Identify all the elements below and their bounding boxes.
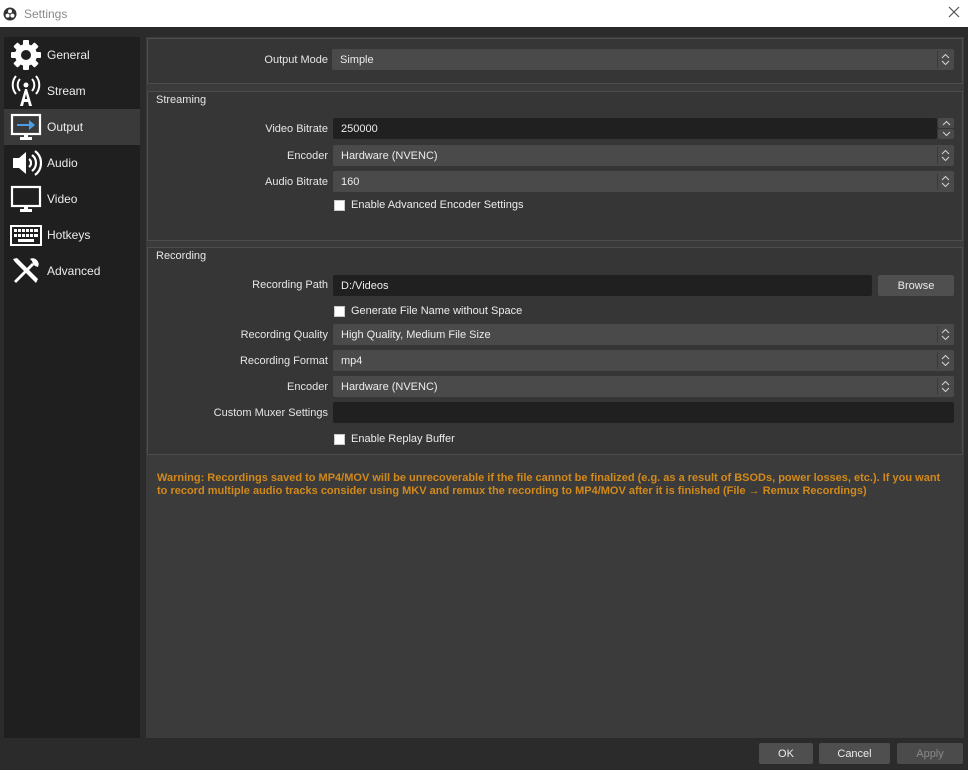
chevron-updown-icon [937,51,952,68]
checkbox-box[interactable] [334,305,345,317]
filename-nospace-label: Generate File Name without Space [351,305,523,317]
sidebar-item-label: Output [47,120,84,134]
chevron-down-icon[interactable] [938,129,954,139]
ok-button[interactable]: OK [759,743,813,764]
sidebar-item-label: General [47,48,90,62]
recording-quality-select[interactable]: High Quality, Medium File Size [333,324,954,345]
tools-icon [9,255,43,287]
speaker-icon [9,147,43,179]
chevron-updown-icon [937,378,952,395]
sidebar-item-general[interactable]: General [4,37,140,73]
advanced-encoder-checkbox[interactable]: Enable Advanced Encoder Settings [334,199,523,211]
gear-icon [9,39,43,71]
keyboard-icon [9,219,43,251]
output-mode-value: Simple [340,53,374,66]
chevron-updown-icon [937,352,952,369]
sidebar-item-hotkeys[interactable]: Hotkeys [4,217,140,253]
chevron-updown-icon [937,326,952,343]
apply-button[interactable]: Apply [897,743,963,764]
sidebar-item-label: Hotkeys [47,228,91,242]
window-title: Settings [24,6,68,21]
checkbox-box[interactable] [334,433,345,445]
monitor-icon [9,183,43,215]
audio-bitrate-label: Audio Bitrate [265,176,328,188]
sidebar-item-label: Advanced [47,264,101,278]
output-mode-label: Output Mode [264,54,328,66]
obs-logo-icon [3,7,17,20]
sidebar-item-advanced[interactable]: Advanced [4,253,140,289]
output-mode-panel: Output Mode Simple [147,38,963,84]
video-bitrate-stepper[interactable] [938,118,954,139]
browse-button[interactable]: Browse [878,275,954,296]
replay-buffer-label: Enable Replay Buffer [351,433,455,445]
custom-muxer-input[interactable] [333,402,954,423]
custom-muxer-label: Custom Muxer Settings [213,407,328,419]
streaming-group-title: Streaming [156,94,207,106]
recording-encoder-label: Encoder [287,381,328,393]
cancel-button[interactable]: Cancel [819,743,890,764]
recording-format-label: Recording Format [239,355,328,367]
output-monitor-icon [9,111,43,143]
broadcast-icon [9,75,43,107]
recording-group-title: Recording [156,250,207,262]
filename-nospace-checkbox[interactable]: Generate File Name without Space [334,305,522,317]
chevron-up-icon[interactable] [938,118,954,128]
output-mode-select[interactable]: Simple [332,49,954,70]
sidebar-item-label: Video [47,192,78,206]
sidebar-item-stream[interactable]: Stream [4,73,140,109]
streaming-encoder-label: Encoder [287,150,328,162]
chevron-updown-icon [937,173,952,190]
close-icon[interactable] [946,4,962,20]
recording-quality-value: High Quality, Medium File Size [341,328,491,341]
sidebar-item-output[interactable]: Output [4,109,140,145]
recording-group: Recording Recording Path D:/Videos Brows… [147,247,963,455]
recording-path-input[interactable]: D:/Videos [333,275,872,296]
checkbox-box[interactable] [334,199,345,211]
sidebar-item-video[interactable]: Video [4,181,140,217]
recording-quality-label: Recording Quality [240,329,328,341]
recording-format-select[interactable]: mp4 [333,350,954,371]
audio-bitrate-value: 160 [341,175,360,188]
recording-encoder-select[interactable]: Hardware (NVENC) [333,376,954,397]
recording-format-value: mp4 [341,354,363,367]
streaming-encoder-value: Hardware (NVENC) [341,149,438,162]
advanced-encoder-label: Enable Advanced Encoder Settings [351,199,524,211]
recording-path-label: Recording Path [252,279,328,291]
sidebar-item-label: Stream [47,84,86,98]
video-bitrate-input[interactable]: 250000 [333,118,937,139]
video-bitrate-label: Video Bitrate [265,123,328,135]
replay-buffer-checkbox[interactable]: Enable Replay Buffer [334,433,455,445]
recording-encoder-value: Hardware (NVENC) [341,380,438,393]
sidebar-item-label: Audio [47,156,78,170]
settings-sidebar: General Stream Output Audio Video Hotkey… [4,37,140,738]
recording-path-value: D:/Videos [341,279,389,292]
streaming-encoder-select[interactable]: Hardware (NVENC) [333,145,954,166]
chevron-updown-icon [937,147,952,164]
settings-content: Output Mode Simple Streaming Video Bitra… [146,37,964,738]
audio-bitrate-select[interactable]: 160 [333,171,954,192]
video-bitrate-value: 250000 [341,122,378,135]
title-bar: Settings [0,0,968,27]
streaming-group: Streaming Video Bitrate 250000 Encoder H… [147,91,963,241]
mp4-warning-text: Warning: Recordings saved to MP4/MOV wil… [157,472,941,497]
sidebar-item-audio[interactable]: Audio [4,145,140,181]
